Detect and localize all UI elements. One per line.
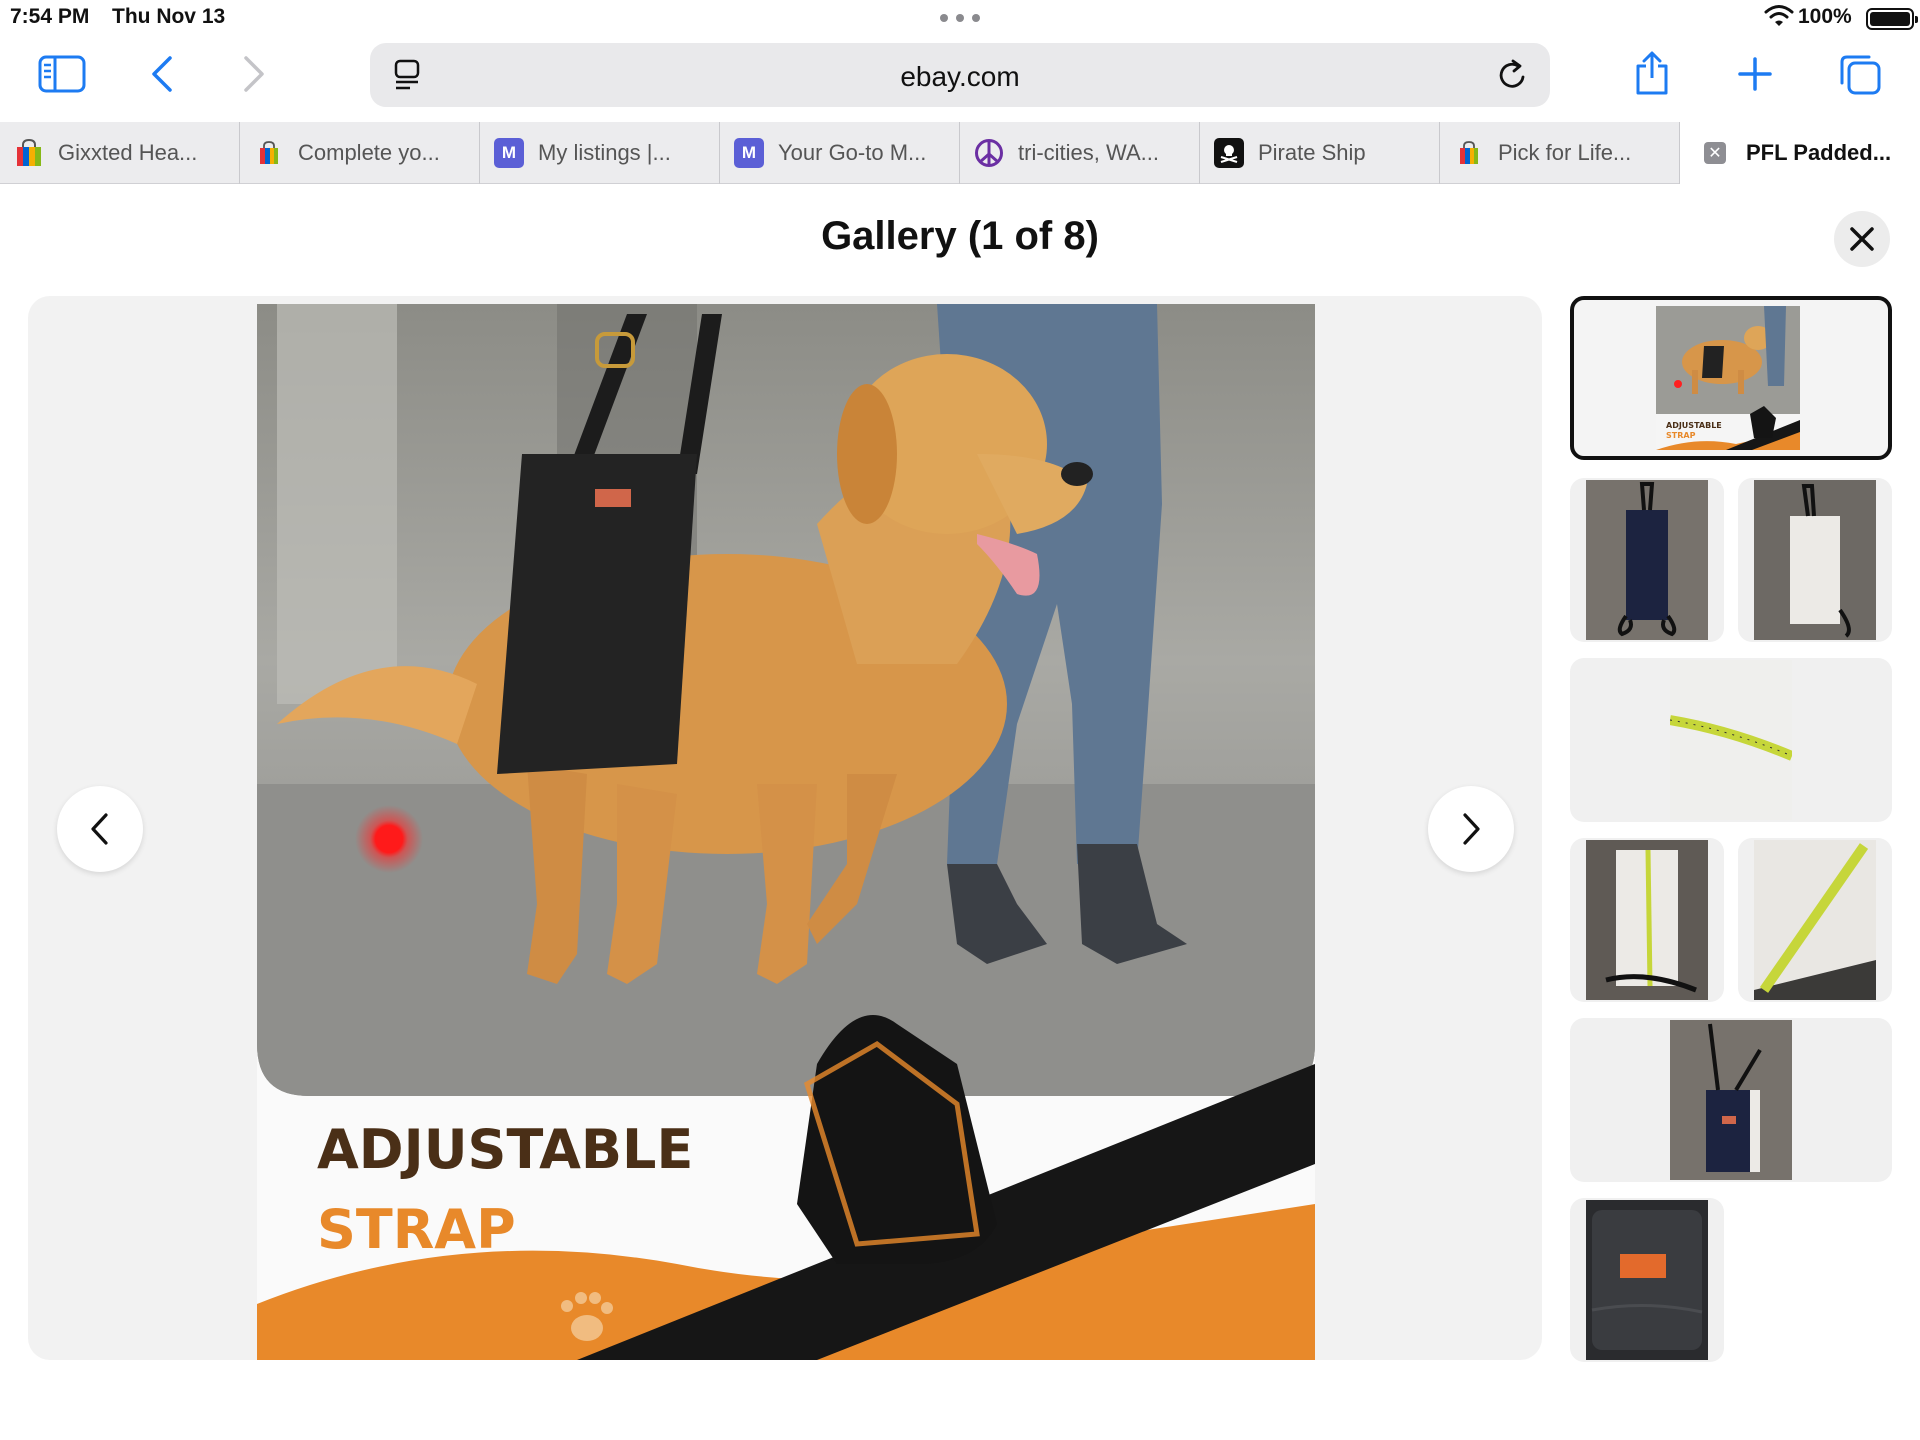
status-time: 7:54 PM xyxy=(10,5,90,28)
main-product-image[interactable]: ADJUSTABLE STRAP xyxy=(257,304,1315,1360)
close-gallery-button[interactable] xyxy=(1834,211,1890,267)
tab-pirate-ship[interactable]: Pirate Ship xyxy=(1200,122,1440,184)
peace-icon xyxy=(974,138,1004,168)
gallery-title: Gallery (1 of 8) xyxy=(821,214,1099,258)
tab-title: PFL Padded... xyxy=(1746,140,1892,165)
tab-my-listings[interactable]: M My listings |... xyxy=(480,122,720,184)
sidebar-icon[interactable] xyxy=(38,54,86,94)
next-image-button[interactable] xyxy=(1428,786,1514,872)
browser-toolbar: ebay.com xyxy=(0,36,1920,122)
svg-text:STRAP: STRAP xyxy=(1666,431,1696,440)
pirate-flag-icon xyxy=(1214,138,1244,168)
chevron-right-icon xyxy=(1463,813,1480,845)
shopping-bag-icon xyxy=(1454,138,1484,168)
thumbnail-6[interactable] xyxy=(1738,838,1892,1002)
forward-icon[interactable] xyxy=(238,54,270,94)
close-tab-icon[interactable]: ✕ xyxy=(1704,142,1726,164)
svg-text:ADJUSTABLE: ADJUSTABLE xyxy=(1666,421,1722,430)
m-logo-icon: M xyxy=(734,138,764,168)
wifi-icon xyxy=(1764,5,1794,26)
tab-tri-cities[interactable]: tri-cities, WA... xyxy=(960,122,1200,184)
tab-complete-your[interactable]: Complete yo... xyxy=(240,122,480,184)
battery-percent: 100% xyxy=(1798,5,1852,28)
multitasking-dots-icon[interactable] xyxy=(940,14,980,22)
close-icon xyxy=(1850,227,1874,251)
thumbnail-2[interactable] xyxy=(1570,478,1724,642)
thumbnail-1[interactable]: ADJUSTABLE STRAP xyxy=(1570,296,1892,460)
tab-pfl-padded[interactable]: ✕ PFL Padded... xyxy=(1680,122,1920,184)
thumbnail-7[interactable] xyxy=(1570,1018,1892,1182)
tab-bar: Gixxted Hea... Complete yo... M My listi… xyxy=(0,122,1920,184)
tab-title: Your Go-to M... xyxy=(778,140,927,165)
previous-image-button[interactable] xyxy=(57,786,143,872)
thumbnail-8[interactable] xyxy=(1570,1198,1724,1362)
tab-title: tri-cities, WA... xyxy=(1018,140,1159,165)
tab-gixxted[interactable]: Gixxted Hea... xyxy=(0,122,240,184)
tab-title: Complete yo... xyxy=(298,140,440,165)
status-bar: 7:54 PM Thu Nov 13 100% xyxy=(0,0,1920,36)
chevron-left-icon xyxy=(91,813,108,845)
tab-title: Pick for Life... xyxy=(1498,140,1632,165)
m-logo-icon: M xyxy=(494,138,524,168)
tab-title: My listings |... xyxy=(538,140,671,165)
tab-title: Pirate Ship xyxy=(1258,140,1366,165)
headline-line-2: STRAP xyxy=(317,1198,516,1261)
gallery-viewer: ADJUSTABLE STRAP xyxy=(28,296,1542,1360)
tab-your-go-to[interactable]: M Your Go-to M... xyxy=(720,122,960,184)
address-url[interactable]: ebay.com xyxy=(370,61,1550,93)
thumbnail-4[interactable] xyxy=(1570,658,1892,822)
shopping-bag-icon xyxy=(254,138,284,168)
tabs-overview-icon[interactable] xyxy=(1838,52,1882,96)
headline-line-1: ADJUSTABLE xyxy=(317,1118,693,1181)
thumbnail-5[interactable] xyxy=(1570,838,1724,1002)
reload-icon[interactable] xyxy=(1496,58,1530,92)
battery-icon xyxy=(1866,8,1918,30)
address-bar[interactable]: ebay.com xyxy=(370,43,1550,107)
share-icon[interactable] xyxy=(1632,50,1672,96)
back-icon[interactable] xyxy=(146,54,178,94)
thumbnail-3[interactable] xyxy=(1738,478,1892,642)
tab-title: Gixxted Hea... xyxy=(58,140,198,165)
tab-pick-for-life[interactable]: Pick for Life... xyxy=(1440,122,1680,184)
status-date: Thu Nov 13 xyxy=(112,5,226,28)
new-tab-icon[interactable] xyxy=(1736,54,1774,94)
shopping-bag-icon xyxy=(14,138,44,168)
